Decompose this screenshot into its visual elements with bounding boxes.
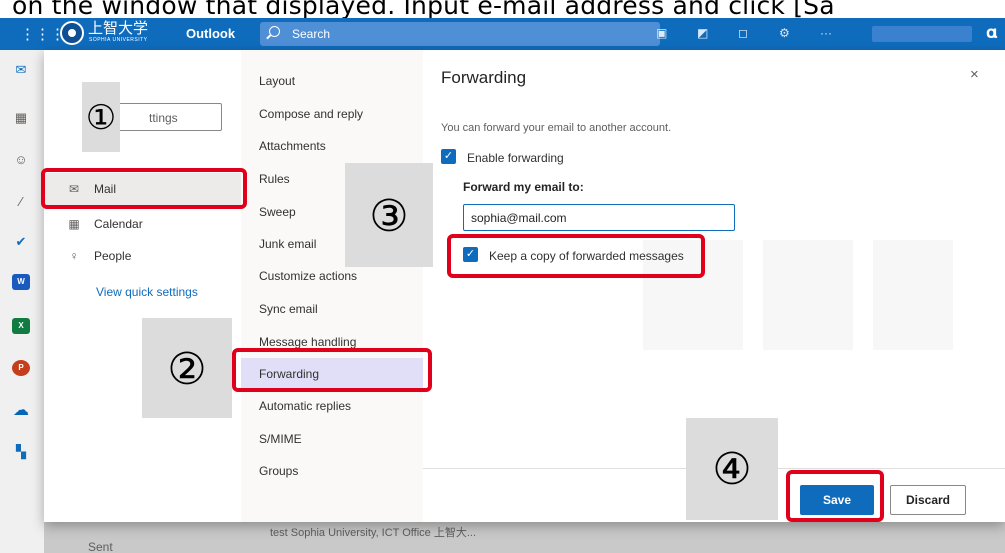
mail-nav-label: Layout bbox=[259, 74, 296, 88]
todo-icon[interactable]: ✔ bbox=[12, 234, 30, 250]
mail-nav-label: Junk email bbox=[259, 237, 317, 251]
search-placeholder: Search bbox=[292, 27, 331, 41]
sticky-notes-icon[interactable]: ◩ bbox=[697, 26, 708, 40]
step-marker-2: ② bbox=[142, 318, 232, 418]
nav-item-people[interactable]: ♀ People bbox=[44, 240, 241, 272]
settings-search-placeholder: ttings bbox=[149, 111, 178, 125]
powerpoint-icon[interactable]: P bbox=[12, 360, 30, 376]
mail-nav-label: Groups bbox=[259, 464, 299, 478]
caption-text: on the window that displayed. Input e-ma… bbox=[12, 0, 835, 18]
step-marker-4: ④ bbox=[686, 418, 778, 520]
enable-forwarding-checkbox[interactable]: ✓ bbox=[441, 149, 456, 164]
search-icon bbox=[269, 26, 280, 37]
settings-dialog: ttings ✉ Mail ▦ Calendar ♀ People View q… bbox=[44, 50, 1005, 522]
excel-icon[interactable]: X bbox=[12, 318, 30, 334]
avatar-icon[interactable]: 𝛂 bbox=[986, 22, 997, 43]
calendar-icon: ▦ bbox=[68, 217, 80, 231]
mail-nav-label: Rules bbox=[259, 172, 290, 186]
mail-nav-attachments[interactable]: Attachments bbox=[241, 130, 423, 162]
org-name: 上智大学 bbox=[88, 19, 149, 37]
step-marker-1: ① bbox=[82, 82, 120, 152]
step-marker-3: ③ bbox=[345, 163, 433, 267]
message-preview: test Sophia University, ICT Office 上智大..… bbox=[270, 527, 477, 539]
word-icon[interactable]: W bbox=[12, 274, 30, 290]
forward-to-label: Forward my email to: bbox=[463, 180, 584, 194]
app-name[interactable]: Outlook bbox=[186, 26, 235, 41]
mail-nav-label: Sync email bbox=[259, 302, 318, 316]
pane-title: Forwarding bbox=[441, 68, 527, 87]
forward-email-input[interactable] bbox=[463, 204, 735, 231]
app-rail: ✉ ▦ ☺ ∕ ✔ W X P ☁ ▚ bbox=[0, 50, 44, 553]
gear-icon[interactable]: ⚙ bbox=[779, 26, 790, 40]
attach-icon[interactable]: ∕ bbox=[12, 194, 30, 210]
org-subtitle: SOPHIA UNIVERSITY bbox=[89, 37, 148, 43]
mail-nav-label: Sweep bbox=[259, 205, 296, 219]
outlook-top-bar: ⋮⋮⋮ 上智大学 SOPHIA UNIVERSITY Outlook Searc… bbox=[0, 18, 1005, 50]
mail-icon[interactable]: ✉ bbox=[12, 62, 30, 78]
instruction-caption: on the window that displayed. Input e-ma… bbox=[0, 0, 1005, 18]
background-ghost bbox=[763, 240, 853, 350]
nav-item-label: Calendar bbox=[94, 217, 143, 231]
mail-settings-nav: Layout Compose and reply Attachments Rul… bbox=[241, 50, 423, 522]
highlight-forwarding-nav bbox=[232, 348, 432, 392]
mail-nav-automatic-replies[interactable]: Automatic replies bbox=[241, 390, 423, 422]
more-apps-icon[interactable]: ▚ bbox=[12, 444, 30, 460]
people-icon: ♀ bbox=[69, 249, 79, 263]
view-quick-settings-link[interactable]: View quick settings bbox=[96, 285, 198, 299]
people-icon[interactable]: ☺ bbox=[12, 152, 30, 168]
onedrive-icon[interactable]: ☁ bbox=[12, 400, 30, 419]
close-icon[interactable]: × bbox=[970, 66, 979, 83]
mail-nav-label: Automatic replies bbox=[259, 399, 352, 413]
bell-icon[interactable]: ◻ bbox=[738, 26, 748, 40]
discard-button[interactable]: Discard bbox=[890, 485, 966, 515]
mail-nav-label: Customize actions bbox=[259, 269, 358, 283]
mail-nav-sync[interactable]: Sync email bbox=[241, 293, 423, 325]
mail-nav-label: S/MIME bbox=[259, 432, 302, 446]
enable-forwarding-label: Enable forwarding bbox=[467, 151, 564, 165]
search-box[interactable]: Search bbox=[260, 22, 660, 46]
calendar-icon[interactable]: ▦ bbox=[12, 110, 30, 126]
mail-nav-label: Compose and reply bbox=[259, 107, 364, 121]
teams-icon[interactable]: ▣ bbox=[656, 26, 667, 40]
mail-nav-smime[interactable]: S/MIME bbox=[241, 423, 423, 455]
folder-sent: Sent bbox=[88, 540, 113, 553]
mail-nav-label: Attachments bbox=[259, 139, 326, 153]
highlight-mail-nav bbox=[41, 168, 247, 209]
mail-nav-compose[interactable]: Compose and reply bbox=[241, 98, 423, 130]
highlight-keep-copy bbox=[447, 234, 705, 278]
mail-nav-layout[interactable]: Layout bbox=[241, 65, 423, 97]
university-seal-logo bbox=[60, 21, 84, 45]
nav-item-calendar[interactable]: ▦ Calendar bbox=[44, 208, 241, 240]
mail-nav-groups[interactable]: Groups bbox=[241, 455, 423, 487]
account-name-redacted bbox=[872, 26, 972, 42]
highlight-save-button bbox=[786, 470, 884, 522]
waffle-icon[interactable]: ⋮⋮⋮ bbox=[20, 25, 65, 43]
nav-item-label: People bbox=[94, 249, 132, 263]
more-icon[interactable]: ··· bbox=[820, 26, 832, 40]
settings-category-nav: ttings ✉ Mail ▦ Calendar ♀ People View q… bbox=[44, 50, 241, 522]
pane-description: You can forward your email to another ac… bbox=[441, 122, 672, 134]
background-ghost bbox=[873, 240, 953, 350]
mail-nav-label: Message handling bbox=[259, 335, 357, 349]
